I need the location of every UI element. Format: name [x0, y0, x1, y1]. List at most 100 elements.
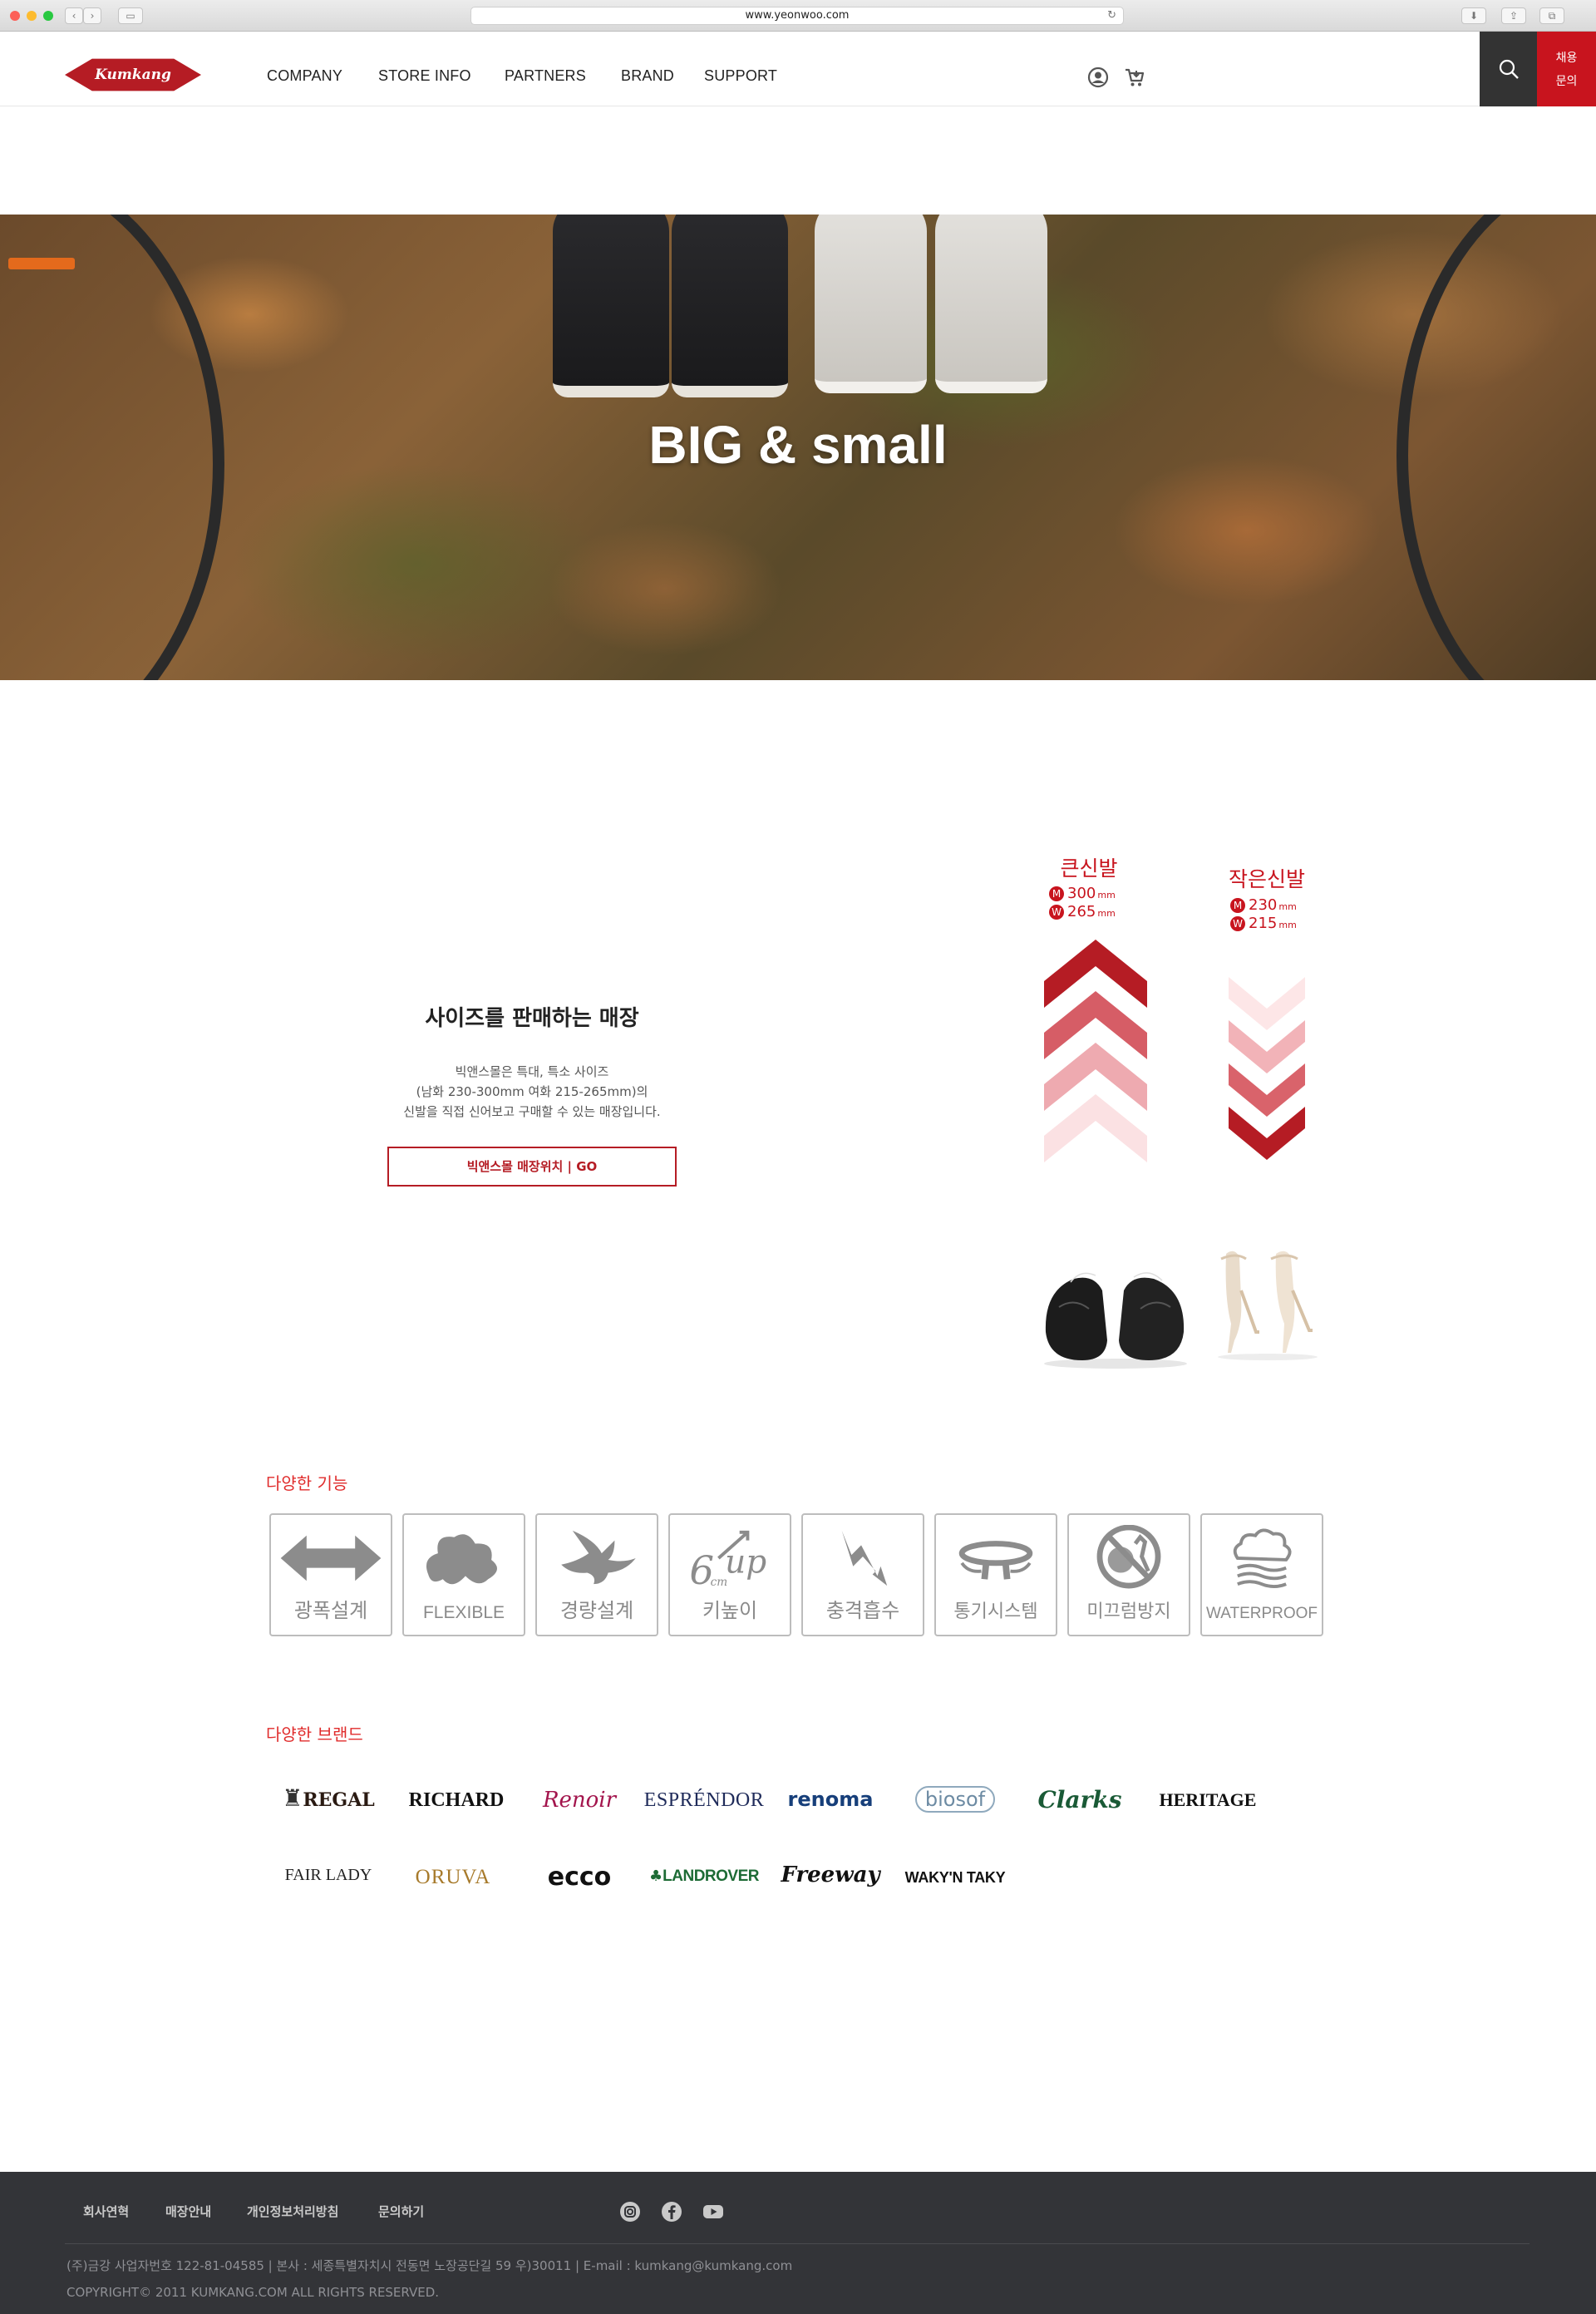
facebook-icon[interactable]	[661, 2201, 682, 2223]
feature-label: 충격흡수	[825, 1599, 900, 1622]
feature-label: 경량설계	[559, 1599, 634, 1622]
height-up-icon: 6 cm up	[689, 1530, 766, 1591]
hero-banner: BIG & small	[0, 215, 1596, 680]
brand-richard-logo[interactable]: RICHARD	[394, 1789, 519, 1812]
nav-brand[interactable]: BRAND	[621, 67, 674, 85]
user-icon[interactable]	[1087, 67, 1109, 88]
big-men-size: M 300 mm	[1049, 885, 1116, 902]
feature-label: 광폭설계	[293, 1599, 368, 1622]
waterproof-icon	[1233, 1528, 1292, 1588]
black-sneaker-right	[672, 215, 788, 397]
footer-link-contact[interactable]: 문의하기	[378, 2203, 424, 2220]
brand-regal-logo[interactable]: ♜REGAL	[266, 1784, 391, 1812]
recruit-label: 채용	[1555, 52, 1578, 65]
forward-icon[interactable]: ›	[83, 7, 101, 24]
company-info: (주)금강 사업자번호 122-81-04585 | 본사 : 세종특별자치시 …	[66, 2258, 793, 2273]
small-men-value: 230	[1249, 896, 1278, 914]
footer-link-history[interactable]: 회사연혁	[83, 2203, 129, 2220]
share-icon[interactable]: ⇪	[1501, 7, 1526, 24]
feature-lightweight: 경량설계	[535, 1513, 658, 1636]
big-women-value: 265	[1067, 903, 1096, 920]
feature-waterproof: WATERPROOF	[1200, 1513, 1323, 1636]
youtube-icon[interactable]	[702, 2201, 724, 2223]
cart-icon[interactable]	[1124, 67, 1145, 88]
reload-icon[interactable]: ↻	[1107, 7, 1116, 24]
size-desc-line-2: (남화 230-300mm 여화 215-265mm)의	[416, 1084, 648, 1099]
brand-label: LANDROVER	[663, 1867, 759, 1885]
url-text: www.yeonwoo.com	[745, 9, 850, 22]
small-women-size: W 215 mm	[1230, 915, 1297, 932]
feature-label: 미끄럼방지	[1086, 1601, 1171, 1622]
small-shoes-label: 작은신발	[1228, 867, 1305, 891]
feature-label: WATERPROOF	[1205, 1605, 1318, 1622]
footer-link-privacy[interactable]: 개인정보처리방침	[247, 2203, 338, 2220]
back-icon[interactable]: ‹	[65, 7, 83, 24]
bird-icon	[561, 1530, 636, 1585]
svg-text:up: up	[725, 1544, 766, 1581]
unit-label: mm	[1278, 901, 1297, 912]
women-heel-sandals-image	[1218, 1251, 1318, 1360]
nav-company[interactable]: COMPANY	[267, 67, 342, 85]
brand-fairlady-logo[interactable]: FAIR LADY	[266, 1866, 391, 1885]
size-desc-line-3: 신발을 직접 신어보고 구매할 수 있는 매장입니다.	[403, 1104, 661, 1119]
feature-flexible: FLEXIBLE	[402, 1513, 525, 1636]
address-bar[interactable]: www.yeonwoo.com ↻	[470, 7, 1124, 25]
inquiry-label: 문의	[1555, 75, 1578, 88]
brand-oruva-logo[interactable]: ORUVA	[391, 1866, 515, 1889]
brand-biosof-logo[interactable]: biosof	[893, 1786, 1017, 1813]
big-men-value: 300	[1067, 885, 1096, 902]
big-shoes-label: 큰신발	[1060, 856, 1118, 881]
big-women-size: W 265 mm	[1049, 903, 1116, 920]
nav-support[interactable]: SUPPORT	[704, 67, 777, 85]
kumkang-logo[interactable]: Kumkang	[65, 56, 201, 94]
feature-height-up: 6 cm up 키높이	[668, 1513, 791, 1636]
copyright: COPYRIGHT© 2011 KUMKANG.COM ALL RIGHTS R…	[66, 2285, 440, 2300]
recruit-inquiry-button[interactable]: 채용 문의	[1537, 32, 1596, 106]
hero-title: BIG & small	[648, 415, 948, 475]
instagram-icon[interactable]	[619, 2201, 641, 2223]
brands-title: 다양한 브랜드	[266, 1724, 363, 1744]
footer-divider	[65, 2243, 1530, 2244]
feature-label: FLEXIBLE	[422, 1603, 505, 1622]
brand-landrover-logo[interactable]: ♣LANDROVER	[642, 1867, 766, 1886]
search-button[interactable]	[1480, 32, 1537, 106]
feature-shock-absorb: 충격흡수	[801, 1513, 924, 1636]
size-down-arrows-icon	[1229, 977, 1305, 1160]
brand-label: REGAL	[303, 1789, 375, 1811]
brand-esprendor-logo[interactable]: ESPRÉNDOR	[642, 1789, 766, 1812]
shock-icon	[841, 1530, 888, 1586]
size-up-arrows-icon	[1044, 940, 1147, 1162]
close-window-button[interactable]	[10, 11, 20, 21]
brand-renoir-logo[interactable]: Renoir	[517, 1788, 642, 1813]
browser-toolbar: ‹ › ▭ www.yeonwoo.com ↻ ⬇ ⇪ ⧉	[0, 0, 1596, 32]
brand-renoma-logo[interactable]: renoma	[768, 1788, 893, 1811]
small-men-size: M 230 mm	[1230, 896, 1297, 914]
download-icon[interactable]: ⬇	[1461, 7, 1486, 24]
brand-heritage-logo[interactable]: HERITAGE	[1145, 1789, 1270, 1811]
flexible-icon	[426, 1534, 497, 1585]
features-title: 다양한 기능	[266, 1473, 348, 1493]
brand-clarks-logo[interactable]: Clarks	[1017, 1786, 1142, 1813]
men-oxford-shoes-image	[1044, 1272, 1187, 1369]
minimize-window-button[interactable]	[27, 11, 37, 21]
white-sneaker-right	[935, 215, 1047, 393]
sidebar-icon[interactable]: ▭	[118, 7, 143, 24]
feature-air-system: 통기시스템	[934, 1513, 1057, 1636]
anti-slip-icon	[1096, 1525, 1161, 1589]
store-location-go-button[interactable]: 빅앤스몰 매장위치 | GO	[387, 1147, 677, 1187]
nav-partners[interactable]: PARTNERS	[505, 67, 586, 85]
tabs-icon[interactable]: ⧉	[1539, 7, 1564, 24]
nav-store-info[interactable]: STORE INFO	[378, 67, 471, 85]
brand-freeway-logo[interactable]: Freeway	[768, 1863, 893, 1887]
feature-label: 통기시스템	[953, 1601, 1038, 1622]
zoom-window-button[interactable]	[43, 11, 53, 21]
small-women-value: 215	[1249, 915, 1278, 932]
search-icon	[1499, 59, 1519, 79]
feature-wide-design: 광폭설계	[269, 1513, 392, 1636]
brand-ecco-logo[interactable]: ecco	[517, 1863, 642, 1892]
women-badge-icon: W	[1049, 905, 1064, 920]
men-badge-icon: M	[1049, 886, 1064, 901]
brand-wakytaky-logo[interactable]: WAKY'N TAKY	[893, 1869, 1017, 1887]
footer-link-stores[interactable]: 매장안내	[165, 2203, 211, 2220]
bike-reflector	[8, 258, 75, 269]
